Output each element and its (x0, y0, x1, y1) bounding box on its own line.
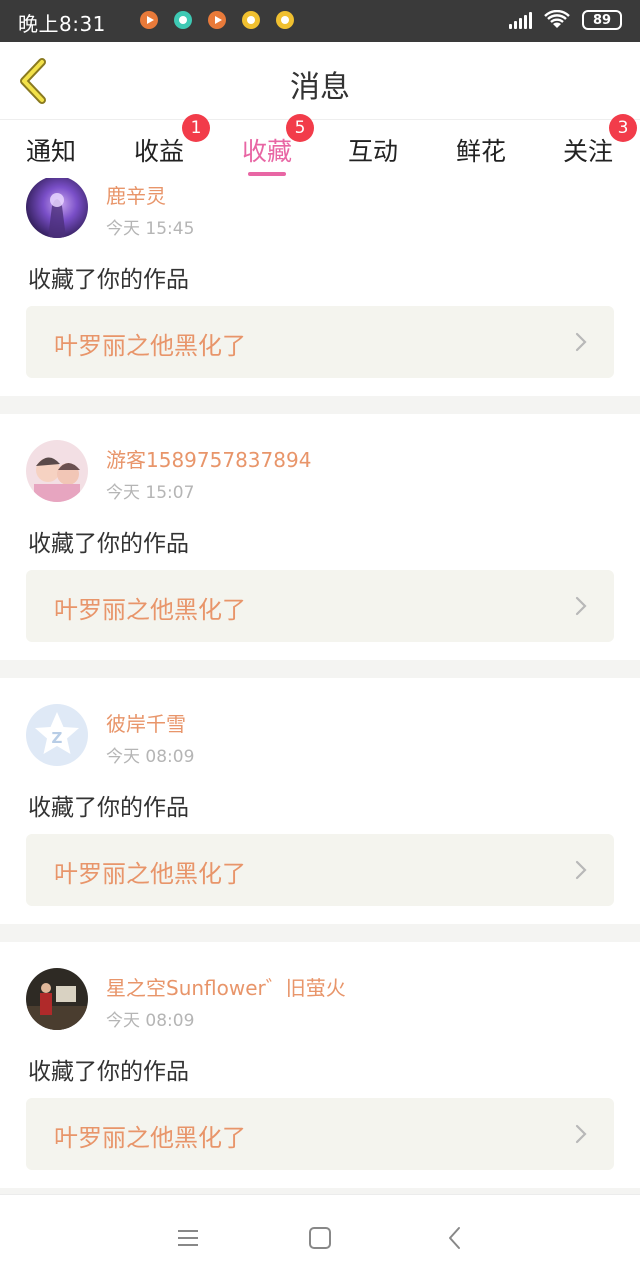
action-text: 收藏了你的作品 (28, 531, 189, 557)
tab-notifications[interactable]: 通知 (26, 132, 76, 168)
menu-icon[interactable] (175, 1225, 201, 1251)
tab-label: 收藏 (242, 137, 293, 166)
timestamp: 今天 08:09 (106, 747, 195, 767)
unread-badge: 3 (609, 114, 637, 142)
timestamp: 今天 08:09 (106, 1011, 195, 1031)
favorites-feed[interactable]: 鹿辛灵 今天 15:45 收藏了你的作品 叶罗丽之他黑化了 游客15897578… (0, 178, 640, 1194)
reader-app-icon (276, 11, 294, 29)
active-tab-indicator (248, 172, 287, 176)
unread-badge: 5 (286, 114, 314, 142)
tab-label: 收益 (134, 137, 185, 166)
svg-text:Z: Z (52, 729, 63, 747)
tab-flowers[interactable]: 鲜花 (456, 132, 506, 168)
divider (0, 660, 640, 678)
back-triangle-icon[interactable] (442, 1225, 468, 1251)
chevron-right-icon (575, 860, 587, 880)
wifi-icon (544, 10, 570, 28)
action-text: 收藏了你的作品 (28, 1059, 189, 1085)
avatar-image (26, 983, 88, 1030)
avatar-image (48, 193, 66, 238)
battery-indicator: 89 (582, 10, 622, 30)
avatar-image (34, 457, 80, 502)
chevron-right-icon (575, 596, 587, 616)
divider (0, 396, 640, 414)
tab-label: 鲜花 (456, 137, 507, 166)
tab-label: 关注 (563, 137, 614, 166)
avatar[interactable] (26, 968, 88, 1030)
divider (0, 924, 640, 942)
work-title: 叶罗丽之他黑化了 (54, 596, 246, 624)
work-link[interactable]: 叶罗丽之他黑化了 (26, 1098, 614, 1170)
star-avatar-icon: Z (35, 712, 79, 754)
unread-badge: 1 (182, 114, 210, 142)
header: 消息 (0, 42, 640, 120)
page-title: 消息 (290, 70, 350, 105)
list-item: 星之空Sunflower゛旧萤火 今天 08:09 收藏了你的作品 叶罗丽之他黑… (0, 942, 640, 1170)
list-item: 鹿辛灵 今天 15:45 收藏了你的作品 叶罗丽之他黑化了 (0, 178, 640, 380)
status-app-icons (140, 11, 294, 29)
status-time: 晚上8:31 (18, 12, 106, 36)
signal-icon (509, 11, 532, 29)
user-name[interactable]: 鹿辛灵 (106, 180, 166, 209)
video-app-icon (140, 11, 158, 29)
action-text: 收藏了你的作品 (28, 795, 189, 821)
tab-label: 互动 (348, 137, 399, 166)
chevron-right-icon (575, 1124, 587, 1144)
status-bar: 晚上8:31 89 (0, 0, 640, 42)
tab-label: 通知 (26, 137, 77, 166)
avatar[interactable]: Z (26, 704, 88, 766)
avatar[interactable] (26, 178, 88, 238)
tab-interactions[interactable]: 互动 (348, 132, 398, 168)
home-square-icon[interactable] (307, 1225, 333, 1251)
reader-app-icon (242, 11, 260, 29)
system-nav-bar (0, 1194, 640, 1280)
list-item: 游客1589757837894 今天 15:07 收藏了你的作品 叶罗丽之他黑化… (0, 414, 640, 642)
chat-app-icon (174, 11, 192, 29)
tab-earnings[interactable]: 收益 1 (134, 114, 210, 168)
timestamp: 今天 15:45 (106, 219, 195, 239)
work-link[interactable]: 叶罗丽之他黑化了 (26, 834, 614, 906)
user-name[interactable]: 游客1589757837894 (106, 444, 311, 473)
timestamp: 今天 15:07 (106, 483, 195, 503)
work-link[interactable]: 叶罗丽之他黑化了 (26, 306, 614, 378)
tab-following[interactable]: 关注 3 (563, 114, 637, 168)
video-app-icon (208, 11, 226, 29)
avatar[interactable] (26, 440, 88, 502)
tab-bar: 通知 收益 1 收藏 5 互动 鲜花 关注 3 (0, 114, 640, 178)
user-name[interactable]: 星之空Sunflower゛旧萤火 (106, 972, 346, 1001)
work-title: 叶罗丽之他黑化了 (54, 1124, 246, 1152)
work-title: 叶罗丽之他黑化了 (54, 860, 246, 888)
status-indicators: 89 (509, 10, 622, 30)
work-link[interactable]: 叶罗丽之他黑化了 (26, 570, 614, 642)
work-title: 叶罗丽之他黑化了 (54, 332, 246, 360)
tab-favorites[interactable]: 收藏 5 (242, 114, 314, 176)
user-name[interactable]: 彼岸千雪 (106, 708, 186, 737)
chevron-right-icon (575, 332, 587, 352)
action-text: 收藏了你的作品 (28, 267, 189, 293)
list-item: Z 彼岸千雪 今天 08:09 收藏了你的作品 叶罗丽之他黑化了 (0, 678, 640, 906)
